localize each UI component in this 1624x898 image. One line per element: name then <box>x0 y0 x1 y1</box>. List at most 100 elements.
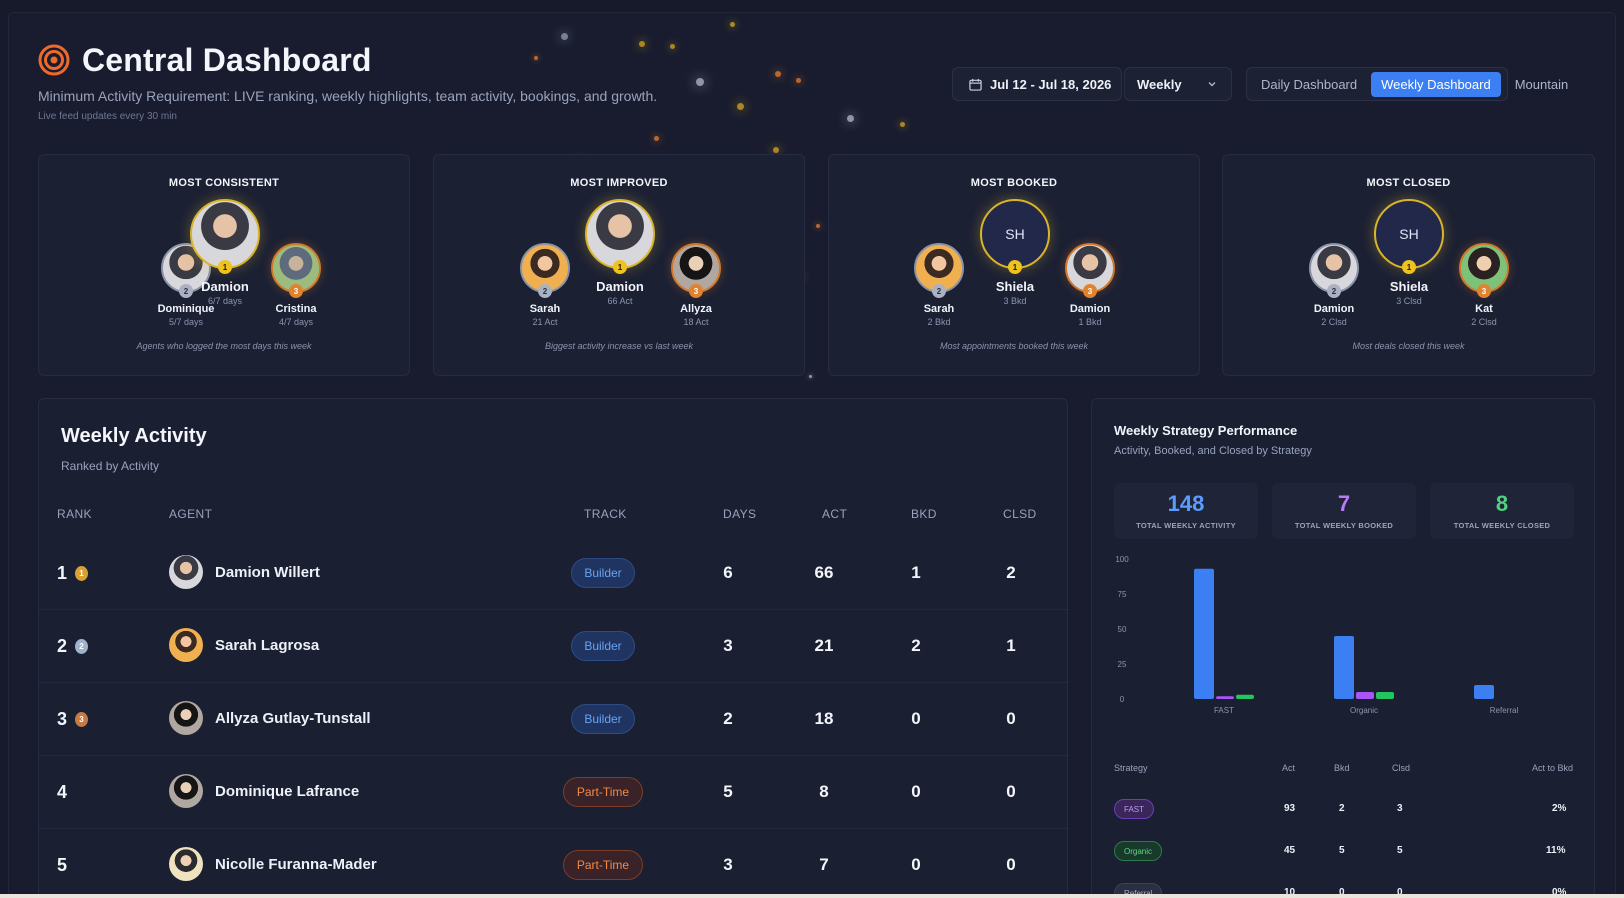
clsd-cell: 0 <box>1006 782 1016 801</box>
rank-cell: 5 <box>57 855 67 876</box>
table-row[interactable]: 22 Sarah Lagrosa Builder 3 21 2 1 <box>39 610 1069 683</box>
column-header-days[interactable]: DAYS <box>723 507 756 521</box>
date-range-picker[interactable]: Jul 12 - Jul 18, 2026 <box>952 67 1122 101</box>
agent-name[interactable]: Sarah Lagrosa <box>215 637 319 654</box>
ratio-cell: 2% <box>1552 803 1567 814</box>
avatar: 3 <box>671 243 721 298</box>
column-header-act: Act <box>1282 763 1296 773</box>
rank-cell: 11 <box>57 563 89 584</box>
gold-medal-icon: 1 <box>75 566 89 581</box>
column-header-act[interactable]: ACT <box>822 507 847 521</box>
avatar <box>169 555 203 589</box>
column-header-clsd: Clsd <box>1392 763 1411 773</box>
award-title: MOST CONSISTENT <box>168 177 280 189</box>
bar-fast-1[interactable] <box>1216 696 1234 699</box>
silver-medal-icon: 2 <box>1327 284 1341 298</box>
page-subtitle: Minimum Activity Requirement: LIVE ranki… <box>38 88 658 104</box>
podium-third: 3 Allyza 18 Act <box>651 223 741 327</box>
strategy-pill: Organic <box>1114 841 1163 861</box>
column-header-track[interactable]: TRACK <box>584 507 627 521</box>
act-cell: 7 <box>819 855 829 874</box>
stat-label: TOTAL WEEKLY BOOKED <box>1294 521 1394 530</box>
podium-metric: 5/7 days <box>168 317 204 327</box>
days-cell: 6 <box>723 563 733 582</box>
agent-name[interactable]: Damion Willert <box>215 564 320 581</box>
act-cell: 8 <box>819 782 829 801</box>
agent-name[interactable]: Dominique Lafrance <box>215 783 359 800</box>
rank-cell: 22 <box>57 636 89 657</box>
agent-name[interactable]: Allyza Gutlay-Tunstall <box>215 710 371 727</box>
bronze-medal-icon: 3 <box>289 284 303 298</box>
table-row[interactable]: 11 Damion Willert Builder 6 66 1 2 <box>39 537 1069 610</box>
days-cell: 3 <box>723 855 733 874</box>
bronze-medal-icon: 3 <box>1477 284 1491 298</box>
avatar <box>169 628 203 662</box>
avatar: 1 <box>585 199 655 274</box>
particle-dot <box>808 374 812 378</box>
strategy-row: Organic 45 5 5 11% <box>1092 835 1596 875</box>
column-header-agent[interactable]: AGENT <box>169 507 212 521</box>
page-title: Central Dashboard <box>82 42 372 78</box>
column-header-clsd[interactable]: CLSD <box>1003 507 1037 521</box>
act-cell: 18 <box>814 709 834 728</box>
avatar <box>169 701 203 735</box>
avatar-initials: SH <box>1005 226 1025 242</box>
days-cell: 2 <box>723 709 733 728</box>
y-tick-label: 25 <box>1118 660 1127 669</box>
table-row[interactable]: 5 Nicolle Furanna-Mader Part-Time 3 7 0 … <box>39 829 1069 898</box>
bar-organic-0[interactable] <box>1334 636 1354 699</box>
podium-name: Kat <box>1475 303 1493 315</box>
tab-weekly-dashboard[interactable]: Weekly Dashboard <box>1371 71 1501 97</box>
bar-fast-2[interactable] <box>1236 694 1254 699</box>
bar-organic-2[interactable] <box>1376 692 1394 699</box>
ratio-cell: 11% <box>1546 845 1566 856</box>
bkd-cell: 5 <box>1339 845 1345 856</box>
podium-metric: 2 Clsd <box>1321 317 1347 327</box>
bronze-medal-icon: 3 <box>1083 284 1097 298</box>
avatar: SH 1 <box>1374 199 1444 274</box>
avatar: 2 <box>520 243 570 298</box>
podium-metric: 2 Bkd <box>927 317 951 327</box>
agent-name[interactable]: Nicolle Furanna-Mader <box>215 856 377 873</box>
podium-third: 3 Cristina 4/7 days <box>251 223 341 327</box>
clsd-cell: 3 <box>1397 803 1403 814</box>
particle-dot <box>696 78 704 86</box>
track-badge: Builder <box>571 558 635 588</box>
stat-total-booked: 7 TOTAL WEEKLY BOOKED <box>1272 483 1416 539</box>
panel-title: Weekly Strategy Performance <box>1114 423 1298 438</box>
particle-dot <box>816 224 820 228</box>
weekly-activity-panel: Weekly Activity Ranked by Activity RANK … <box>38 398 1069 898</box>
strategy-pill: FAST <box>1114 799 1155 819</box>
award-title: MOST CLOSED <box>1366 177 1451 189</box>
table-row[interactable]: 4 Dominique Lafrance Part-Time 5 8 0 0 <box>39 756 1069 829</box>
podium-name: Allyza <box>680 303 712 315</box>
tab-mountain[interactable]: Mountain <box>1505 72 1578 97</box>
avatar: 2 <box>1309 243 1359 298</box>
track-badge: Part-Time <box>563 850 643 880</box>
bar-organic-1[interactable] <box>1356 692 1374 699</box>
bkd-cell: 2 <box>1339 803 1345 814</box>
table-row[interactable]: 33 Allyza Gutlay-Tunstall Builder 2 18 0… <box>39 683 1069 756</box>
rank-number: 1 <box>57 563 68 583</box>
dashboard-tabs: Daily Dashboard Weekly Dashboard Mountai… <box>1246 67 1568 101</box>
avatar: 3 <box>271 243 321 298</box>
avatar-initials: SH <box>1399 226 1419 242</box>
period-select[interactable]: Weekly <box>1124 67 1232 101</box>
track-badge: Part-Time <box>563 777 643 807</box>
silver-medal-icon: 2 <box>932 284 946 298</box>
avatar: 3 <box>1459 243 1509 298</box>
particle-dot <box>846 114 854 122</box>
bar-referral-0[interactable] <box>1474 685 1494 699</box>
clsd-cell: 2 <box>1006 563 1016 582</box>
award-card-most-booked: MOST BOOKED 2 Sarah 2 Bkd SH 1 Shiela 3 B… <box>828 154 1200 376</box>
column-header-rank[interactable]: RANK <box>57 507 92 521</box>
podium-metric: 4/7 days <box>278 317 314 327</box>
column-header-bkd[interactable]: BKD <box>911 507 937 521</box>
gold-medal-icon: 1 <box>613 260 627 274</box>
y-tick-label: 100 <box>1115 555 1129 564</box>
tab-daily-dashboard[interactable]: Daily Dashboard <box>1251 72 1367 97</box>
live-feed-note: Live feed updates every 30 min <box>38 111 177 122</box>
column-header-act-to-bkd: Act to Bkd <box>1532 763 1574 773</box>
particle-dot <box>773 147 779 153</box>
bar-fast-0[interactable] <box>1194 568 1214 699</box>
